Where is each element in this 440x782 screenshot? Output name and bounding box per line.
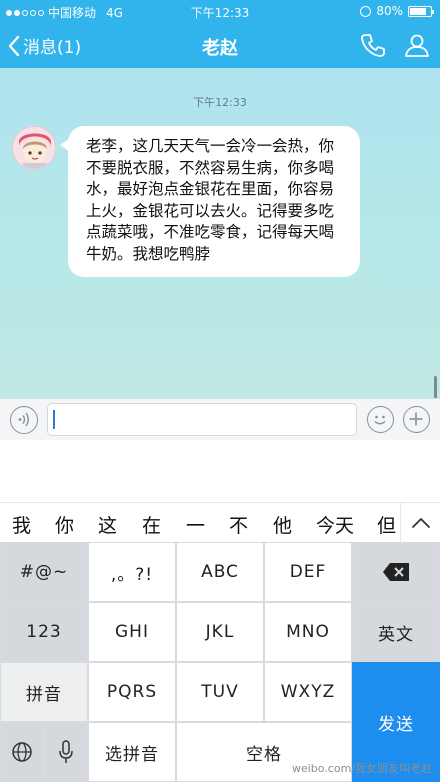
plus-icon xyxy=(409,412,423,426)
key-select-pinyin[interactable]: 选拼音 xyxy=(88,722,176,782)
watermark: weibo.com/我女朋友叫老赵 xyxy=(291,762,432,775)
message-input[interactable] xyxy=(47,403,357,436)
status-right: 80% xyxy=(360,4,434,18)
key-label: GHI xyxy=(115,622,149,642)
status-bar: 中国移动 4G 下午12:33 80% xyxy=(0,0,440,22)
key-label: ABC xyxy=(201,562,239,582)
key-numbers[interactable]: 123 xyxy=(0,602,88,662)
expand-candidates-button[interactable] xyxy=(400,503,440,542)
candidate-word[interactable]: 这 xyxy=(98,511,117,538)
message-bubble[interactable]: 老李，这几天天气一会冷一会热，你不要脱衣服，不然容易生病，你多喝水，最好泡点金银… xyxy=(60,126,360,277)
key-label: 发送 xyxy=(378,714,414,735)
key-jkl[interactable]: JKL xyxy=(176,602,264,662)
candidate-word[interactable]: 在 xyxy=(142,511,161,538)
contact-avatar[interactable] xyxy=(12,126,56,170)
key-label: 英文 xyxy=(378,624,414,645)
voice-icon xyxy=(18,412,29,427)
key-def[interactable]: DEF xyxy=(264,542,352,602)
key-label: 空格 xyxy=(246,744,282,765)
key-label: 123 xyxy=(26,622,62,642)
voice-button[interactable] xyxy=(10,406,38,434)
orientation-lock-icon xyxy=(360,5,372,17)
key-pinyin[interactable]: 拼音 xyxy=(0,662,88,722)
battery-percent: 80% xyxy=(376,4,403,18)
profile-icon[interactable] xyxy=(404,32,430,58)
candidate-bar: 我 你 这 在 一 不 他 今天 但 xyxy=(0,502,440,542)
key-label: 拼音 xyxy=(26,684,62,705)
keyboard: #@~ ,。?! ABC DEF 123 GHI JKL MNO 英文 拼音 P… xyxy=(0,542,440,782)
microphone-key[interactable] xyxy=(44,722,88,782)
key-ghi[interactable]: GHI xyxy=(88,602,176,662)
globe-key[interactable] xyxy=(0,722,44,782)
candidate-word[interactable]: 但 xyxy=(377,511,396,538)
key-mno[interactable]: MNO xyxy=(264,602,352,662)
key-symbols[interactable]: #@~ xyxy=(0,542,88,602)
key-label: DEF xyxy=(289,562,327,582)
candidate-word[interactable]: 你 xyxy=(55,511,74,538)
key-label: 选拼音 xyxy=(105,744,159,765)
microphone-icon xyxy=(59,740,73,763)
emoji-button[interactable] xyxy=(367,406,394,433)
message-timestamp: 下午12:33 xyxy=(193,96,247,109)
key-label: MNO xyxy=(286,622,330,642)
key-label: TUV xyxy=(201,682,239,702)
nav-bar: 消息(1) 老赵 xyxy=(0,22,440,68)
globe-icon xyxy=(12,742,32,762)
backspace-icon xyxy=(383,563,409,581)
chat-area[interactable]: 下午12:33 老李，这几天天气一会冷一会热，你不要脱衣服，不然容易生病，你多喝… xyxy=(0,68,440,420)
phone-icon[interactable] xyxy=(360,32,386,58)
input-bar xyxy=(0,398,440,440)
candidate-word[interactable]: 一 xyxy=(186,511,205,538)
key-label: PQRS xyxy=(106,682,158,702)
key-abc[interactable]: ABC xyxy=(176,542,264,602)
key-pqrs[interactable]: PQRS xyxy=(88,662,176,722)
more-button[interactable] xyxy=(403,406,430,433)
key-punctuation[interactable]: ,。?! xyxy=(88,542,176,602)
key-tuv[interactable]: TUV xyxy=(176,662,264,722)
emoji-icon xyxy=(374,415,386,425)
key-english[interactable]: 英文 xyxy=(352,602,440,662)
candidate-word[interactable]: 我 xyxy=(12,511,31,538)
chevron-up-icon xyxy=(412,518,430,528)
candidate-word[interactable]: 他 xyxy=(273,511,292,538)
avatar-girl-icon xyxy=(13,127,55,169)
key-label: WXYZ xyxy=(280,682,336,702)
key-label: #@~ xyxy=(19,562,69,582)
key-label: JKL xyxy=(205,622,235,642)
backspace-key[interactable] xyxy=(352,542,440,602)
text-caret xyxy=(53,410,55,429)
key-wxyz[interactable]: WXYZ xyxy=(264,662,352,722)
candidate-word[interactable]: 今天 xyxy=(316,511,354,538)
key-label: ,。?! xyxy=(110,564,154,585)
keyboard-spacer xyxy=(0,440,440,502)
candidate-word[interactable]: 不 xyxy=(229,511,248,538)
battery-icon xyxy=(408,5,434,17)
